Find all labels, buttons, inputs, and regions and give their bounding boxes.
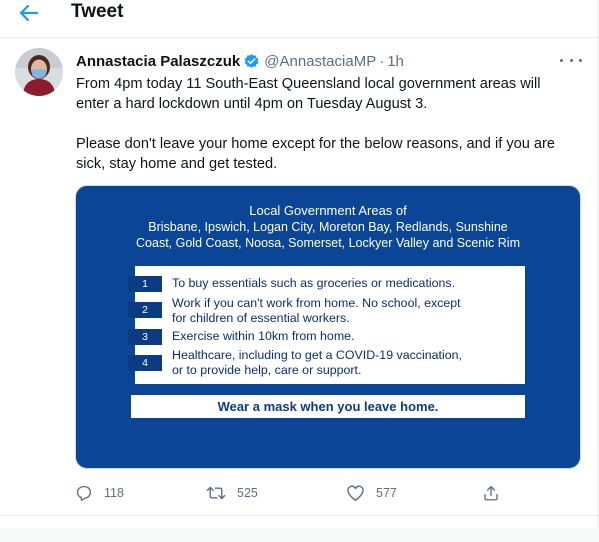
- tweet-text-line: sick, stay home and get tested.: [76, 156, 278, 172]
- avatar-image: [15, 48, 63, 96]
- retweet-button[interactable]: 525: [206, 482, 258, 504]
- reason-number: 1: [128, 276, 162, 292]
- lga-title: Local Government Areas of: [249, 203, 407, 218]
- actions-divider: [0, 515, 599, 516]
- lga-line: Coast, Gold Coast, Noosa, Somerset, Lock…: [136, 236, 520, 250]
- author-handle[interactable]: @AnnastaciaMP: [264, 53, 376, 70]
- lga-line: Brisbane, Ipswich, Logan City, Moreton B…: [148, 220, 508, 234]
- author-name[interactable]: Annastacia Palaszczuk: [76, 53, 240, 70]
- more-dot-icon: [569, 58, 573, 62]
- reason-text: Healthcare, including to get a COVID-19 …: [172, 348, 462, 378]
- reason-line: for children of essential workers.: [172, 311, 350, 325]
- page-header: Tweet: [0, 0, 599, 30]
- reason-line: To buy essentials such as groceries or m…: [172, 276, 456, 290]
- separator-dot: ·: [379, 52, 385, 70]
- reason-number: 3: [128, 329, 162, 345]
- reply-button[interactable]: 118: [75, 482, 124, 504]
- tweet-text-line: enter a hard lockdown until 4pm on Tuesd…: [76, 96, 428, 112]
- like-count: 577: [376, 486, 397, 500]
- heart-icon: [347, 485, 364, 501]
- tweet-text-line: From 4pm today 11 South-East Queensland …: [76, 76, 541, 92]
- retweet-icon: [206, 486, 226, 500]
- tweet-media-image[interactable]: Local Government Areas of Brisbane, Ipsw…: [75, 185, 581, 469]
- more-dot-icon: [579, 58, 582, 62]
- column-border: [597, 0, 598, 542]
- reply-count: 118: [104, 486, 124, 500]
- reason-line: or to provide help, care or support.: [172, 363, 362, 377]
- tweet-timestamp[interactable]: 1h: [387, 53, 404, 70]
- more-options-button[interactable]: [560, 52, 582, 68]
- avatar[interactable]: [15, 48, 63, 96]
- tweet-header: Annastacia Palaszczuk @AnnastaciaMP · 1h: [76, 51, 404, 71]
- reason-line: Healthcare, including to get a COVID-19 …: [172, 348, 462, 362]
- like-button[interactable]: 577: [346, 482, 397, 504]
- bottom-band: [0, 528, 599, 542]
- reason-text: Exercise within 10km from home.: [172, 329, 354, 344]
- share-icon: [484, 485, 498, 501]
- verified-badge-icon: [243, 53, 260, 70]
- more-dot-icon: [560, 58, 563, 62]
- reason-number: 2: [128, 302, 162, 318]
- reason-number: 4: [128, 355, 162, 371]
- reasons-list: 1 To buy essentials such as groceries or…: [128, 266, 525, 384]
- back-button[interactable]: [14, 0, 44, 26]
- tweet-actions: 118 525 577: [0, 482, 599, 504]
- tweet-text: From 4pm today 11 South-East Queensland …: [76, 74, 576, 174]
- page-title: Tweet: [71, 1, 124, 22]
- mask-notice: Wear a mask when you leave home.: [131, 395, 525, 418]
- reason-text: Work if you can't work from home. No sch…: [172, 296, 461, 326]
- lga-list: Brisbane, Ipswich, Logan City, Moreton B…: [76, 219, 580, 251]
- reason-line: Work if you can't work from home. No sch…: [172, 296, 461, 310]
- reason-text: To buy essentials such as groceries or m…: [172, 276, 455, 291]
- reply-icon: [76, 485, 92, 501]
- retweet-count: 525: [237, 486, 258, 500]
- reason-line: Exercise within 10km from home.: [172, 329, 355, 343]
- arrow-left-icon: [19, 4, 39, 22]
- header-divider: [0, 37, 599, 38]
- tweet-text-line: Please don't leave your home except for …: [76, 136, 555, 152]
- share-button[interactable]: [482, 482, 500, 504]
